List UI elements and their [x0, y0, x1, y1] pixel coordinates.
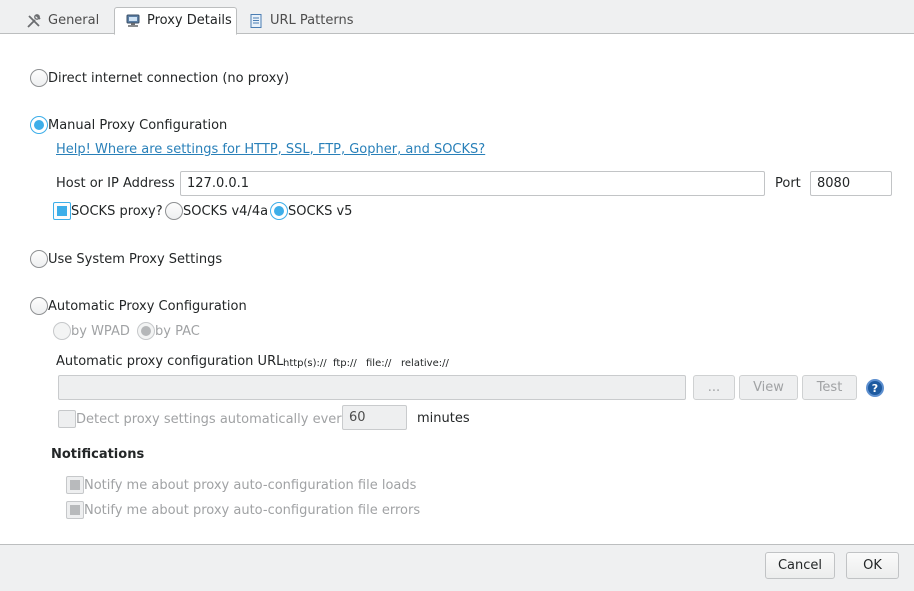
- protocol-relative: relative://: [401, 358, 449, 369]
- system-proxy-label: Use System Proxy Settings: [48, 252, 223, 267]
- protocol-http: http(s)://: [283, 358, 327, 369]
- cancel-button[interactable]: Cancel: [765, 552, 835, 579]
- port-label: Port: [775, 176, 801, 191]
- socks-v4-radio[interactable]: [165, 202, 183, 220]
- auto-config-url-label: Automatic proxy configuration URL: [56, 354, 284, 369]
- manual-proxy-label: Manual Proxy Configuration: [48, 118, 228, 133]
- by-pac-label: by PAC: [155, 324, 200, 339]
- protocol-file: file://: [366, 358, 392, 369]
- manual-proxy-radio[interactable]: [30, 116, 48, 134]
- notify-loads-checkbox[interactable]: [66, 476, 84, 494]
- socks-v5-label: SOCKS v5: [288, 204, 353, 219]
- minutes-label: minutes: [417, 411, 470, 426]
- automatic-proxy-label: Automatic Proxy Configuration: [48, 299, 247, 314]
- by-wpad-label: by WPAD: [71, 324, 130, 339]
- tab-proxy-details[interactable]: Proxy Details: [114, 7, 237, 35]
- browse-button[interactable]: ...: [693, 375, 735, 400]
- socks-v5-radio[interactable]: [270, 202, 288, 220]
- notify-loads-label: Notify me about proxy auto-configuration…: [84, 478, 417, 493]
- test-button[interactable]: Test: [802, 375, 857, 400]
- socks-proxy-checkbox[interactable]: [53, 202, 71, 220]
- notifications-heading: Notifications: [51, 447, 145, 462]
- detect-proxy-checkbox[interactable]: [58, 410, 76, 428]
- tab-general-label: General: [48, 13, 100, 28]
- tab-url-patterns-label: URL Patterns: [270, 13, 354, 28]
- protocol-ftp: ftp://: [333, 358, 357, 369]
- help-settings-link[interactable]: Help! Where are settings for HTTP, SSL, …: [56, 142, 485, 158]
- direct-connection-radio[interactable]: [30, 69, 48, 87]
- host-label: Host or IP Address: [56, 176, 175, 191]
- ok-button[interactable]: OK: [846, 552, 899, 579]
- tools-icon: [26, 13, 42, 29]
- socks-proxy-label: SOCKS proxy?: [71, 204, 163, 219]
- by-pac-radio[interactable]: [137, 322, 155, 340]
- tab-general[interactable]: General: [16, 8, 109, 34]
- socks-v4-label: SOCKS v4/4a: [183, 204, 269, 219]
- host-input[interactable]: 127.0.0.1: [180, 171, 765, 196]
- by-wpad-radio[interactable]: [53, 322, 71, 340]
- notify-errors-label: Notify me about proxy auto-configuration…: [84, 503, 421, 518]
- network-icon: [125, 13, 141, 29]
- view-button[interactable]: View: [739, 375, 798, 400]
- document-icon: [248, 13, 264, 29]
- direct-connection-label: Direct internet connection (no proxy): [48, 71, 290, 86]
- auto-config-url-input[interactable]: [58, 375, 686, 400]
- help-icon[interactable]: ?: [866, 379, 884, 397]
- detect-minutes-input[interactable]: 60: [342, 405, 407, 430]
- automatic-proxy-radio[interactable]: [30, 297, 48, 315]
- detect-proxy-label: Detect proxy settings automatically ever…: [76, 412, 350, 427]
- port-input[interactable]: 8080: [810, 171, 892, 196]
- tab-url-patterns[interactable]: URL Patterns: [238, 8, 363, 34]
- notify-errors-checkbox[interactable]: [66, 501, 84, 519]
- tab-proxy-details-label: Proxy Details: [147, 13, 232, 28]
- system-proxy-radio[interactable]: [30, 250, 48, 268]
